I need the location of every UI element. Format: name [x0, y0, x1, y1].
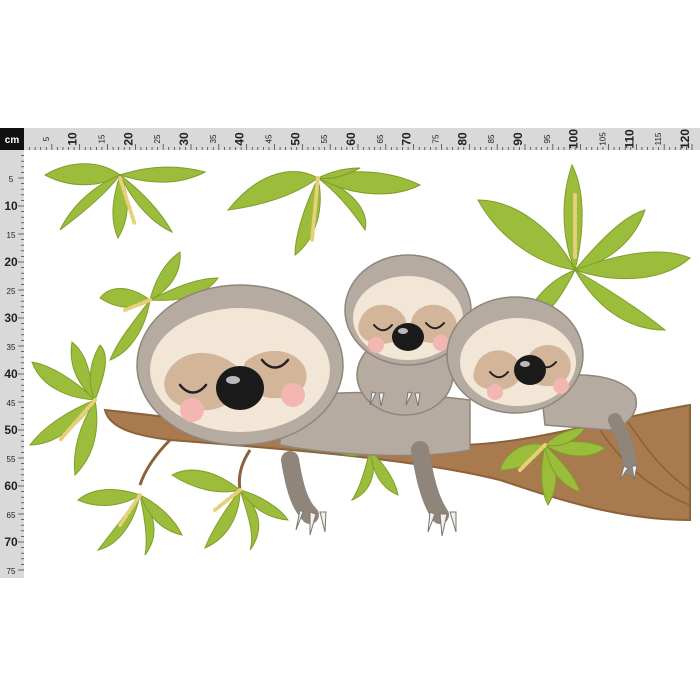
vertical-ruler-label: 5 [9, 175, 14, 184]
ruler-unit-label: cm [5, 135, 20, 146]
vertical-ruler-label: 40 [4, 367, 18, 381]
sloth-baby-side-nose [514, 355, 546, 385]
vertical-ruler-label: 45 [7, 399, 16, 408]
vertical-ruler-label: 25 [7, 287, 16, 296]
vertical-ruler-label: 70 [4, 535, 18, 549]
horizontal-ruler-label: 35 [209, 134, 218, 143]
horizontal-ruler-label: 110 [622, 129, 636, 149]
vertical-ruler-label: 20 [4, 255, 18, 269]
horizontal-ruler-label: 100 [567, 129, 581, 149]
horizontal-ruler-label: 55 [320, 134, 329, 143]
horizontal-ruler-label: 25 [153, 134, 162, 143]
sloth-illustration [28, 163, 691, 556]
leaf-cluster-bottom-left [77, 469, 289, 556]
vertical-ruler-label: 30 [4, 311, 18, 325]
horizontal-ruler-label: 65 [376, 134, 385, 143]
vertical-ruler-label: 10 [4, 199, 18, 213]
vertical-ruler-label: 75 [7, 567, 16, 576]
horizontal-ruler-label: 85 [487, 134, 496, 143]
horizontal-ruler-label: 15 [98, 134, 107, 143]
horizontal-ruler-label: 80 [455, 132, 469, 146]
horizontal-ruler-label: 105 [599, 132, 608, 146]
horizontal-ruler-label: 70 [400, 132, 414, 146]
vertical-ruler-label: 60 [4, 479, 18, 493]
vertical-ruler-label: 65 [7, 511, 16, 520]
horizontal-ruler-label: 90 [511, 132, 525, 146]
leaf-cluster-top-left [43, 163, 207, 240]
horizontal-ruler-label: 30 [177, 132, 191, 146]
fabric-print-preview: cm 5 10 15 20 25 30 35 40 45 50 55 60 65 70 75 80 85 90 95… [0, 128, 700, 578]
vertical-ruler-label: 50 [4, 423, 18, 437]
horizontal-ruler-label: 10 [66, 132, 80, 146]
horizontal-ruler-label: 115 [654, 132, 663, 145]
horizontal-ruler-label: 20 [121, 132, 135, 146]
horizontal-ruler-label: 75 [432, 134, 441, 143]
horizontal-ruler-label: 40 [233, 132, 247, 146]
vertical-ruler-label: 35 [7, 343, 16, 352]
horizontal-ruler-label: 95 [543, 134, 552, 143]
sloth-baby-top-nose [392, 323, 424, 351]
horizontal-ruler-label: 60 [344, 132, 358, 146]
vertical-ruler-label: 55 [7, 455, 16, 464]
horizontal-ruler-label: 45 [265, 134, 274, 143]
horizontal-ruler-label: 120 [678, 129, 692, 149]
horizontal-ruler-label: 50 [288, 132, 302, 146]
leaf-cluster-top-center [226, 167, 422, 257]
horizontal-ruler-label: 5 [42, 136, 51, 141]
vertical-ruler-label: 15 [7, 231, 16, 240]
sloth-parent-nose [216, 366, 264, 410]
